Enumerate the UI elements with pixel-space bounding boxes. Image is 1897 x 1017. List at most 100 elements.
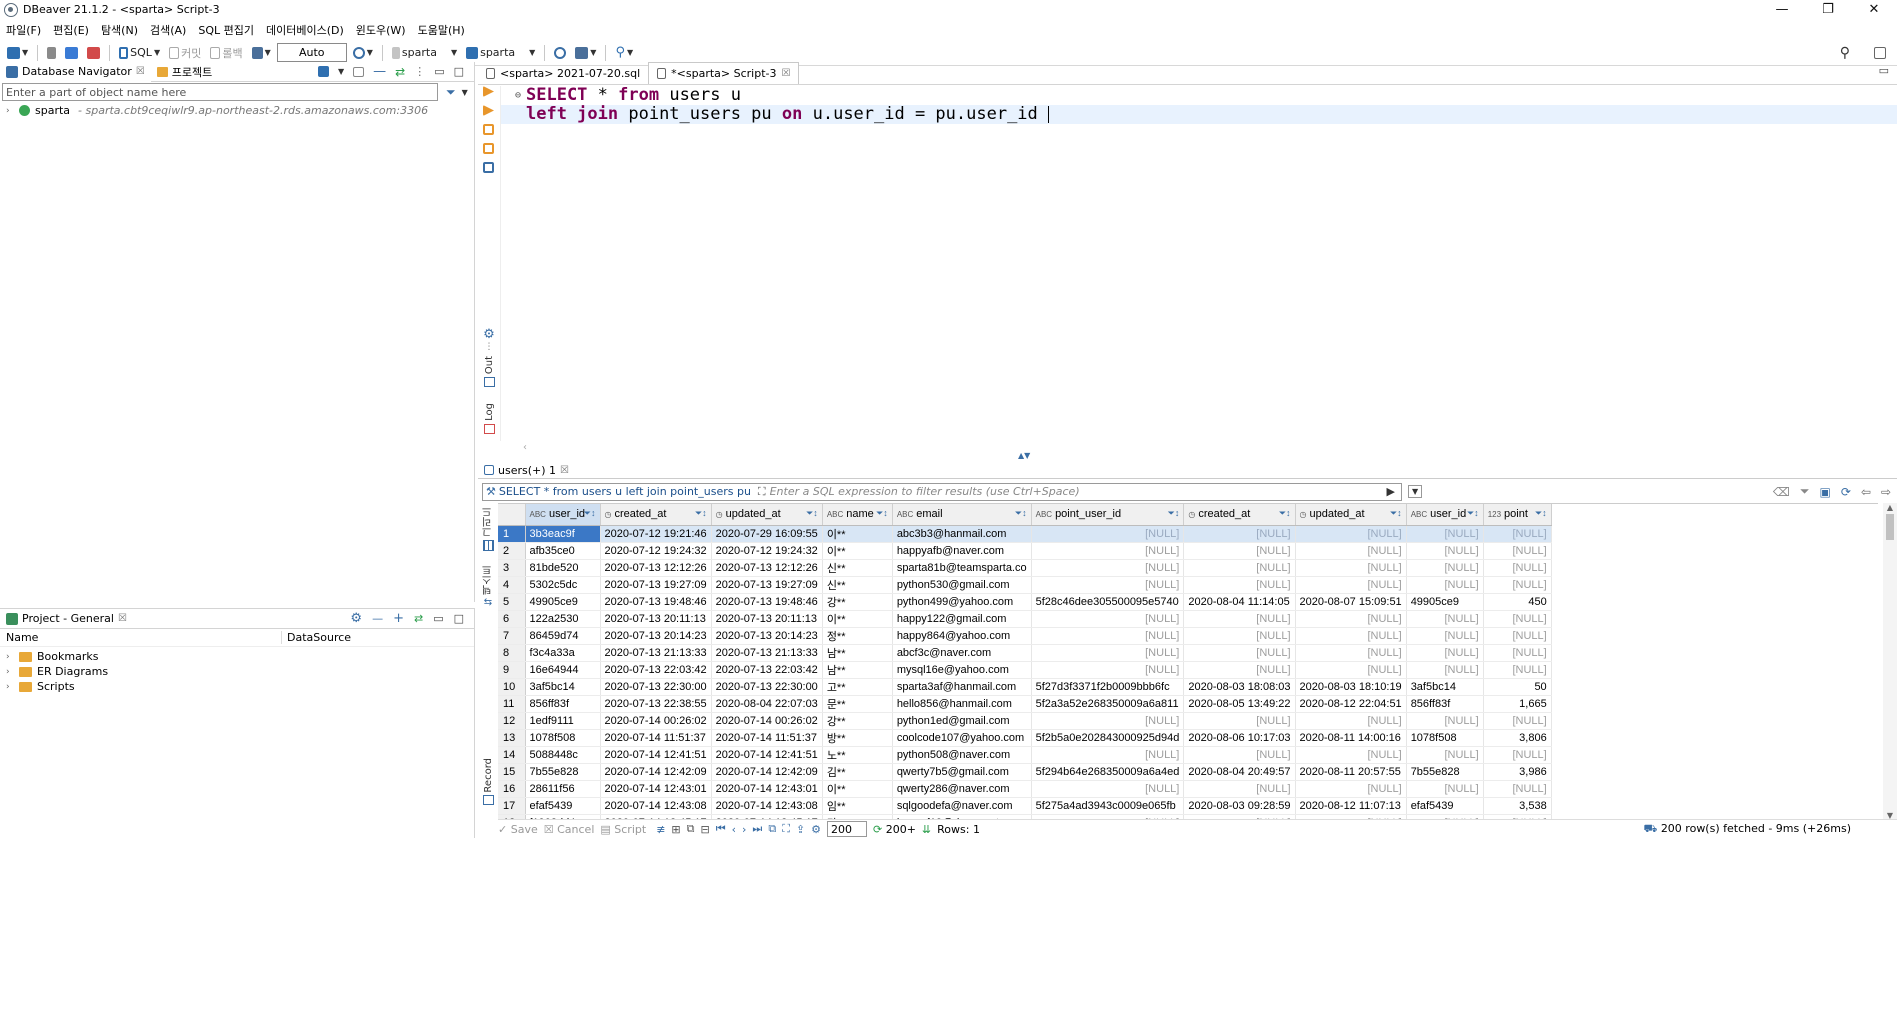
table-cell[interactable]: [NULL] <box>1183 644 1296 662</box>
table-cell[interactable]: [NULL] <box>1483 559 1552 577</box>
record-icon[interactable] <box>482 794 494 805</box>
table-cell[interactable]: 49905ce9 <box>525 593 601 611</box>
table-cell[interactable]: 5f2a3a52e268350009a6a811 <box>1031 695 1185 713</box>
table-cell[interactable]: [NULL] <box>1183 525 1296 543</box>
close-icon[interactable]: ☒ <box>118 613 127 624</box>
table-cell[interactable]: 이** <box>822 525 893 543</box>
table-row[interactable]: 14 5088448c 2020-07-14 12:41:51 2020-07-14 … <box>498 746 1552 764</box>
sql-editor[interactable]: ⊖ SELECT * from users u left join point_… <box>500 86 1897 441</box>
table-cell[interactable]: python530@gmail.com <box>892 576 1032 594</box>
table-cell[interactable]: [NULL] <box>1295 525 1407 543</box>
table-cell[interactable]: 86459d74 <box>525 627 601 645</box>
history-button[interactable]: ▼ <box>350 44 376 62</box>
table-cell[interactable]: 문** <box>822 695 893 713</box>
column-header-point-user-id[interactable]: ABC point_user_id ⏷↕ <box>1031 504 1185 526</box>
table-cell[interactable]: 3,538 <box>1483 797 1552 815</box>
table-cell[interactable]: 1edf9111 <box>525 712 601 730</box>
export-icon[interactable]: ⇪ <box>796 823 805 836</box>
table-cell[interactable]: 2020-07-14 00:26:02 <box>600 712 712 730</box>
table-cell[interactable]: [NULL] <box>1483 712 1552 730</box>
transaction-mode-button[interactable]: ▼ <box>249 44 274 62</box>
fit-icon[interactable]: ⛶ <box>782 822 790 836</box>
table-cell[interactable]: 정** <box>822 627 893 645</box>
table-cell[interactable]: [NULL] <box>1406 644 1484 662</box>
chevron-right-icon[interactable]: › <box>6 682 14 692</box>
table-cell[interactable]: [NULL] <box>1483 661 1552 679</box>
table-cell[interactable]: [NULL] <box>1183 780 1296 798</box>
table-cell[interactable]: 2020-07-14 12:41:51 <box>600 746 712 764</box>
table-cell[interactable]: 이** <box>822 610 893 628</box>
table-cell[interactable]: 2020-08-11 20:57:55 <box>1295 763 1407 781</box>
table-cell[interactable]: 2020-07-12 19:21:46 <box>600 525 712 543</box>
last-page-icon[interactable]: ⏭ <box>752 822 762 836</box>
table-row[interactable]: 5 49905ce9 2020-07-13 19:48:46 2020-07-13 1… <box>498 593 1552 611</box>
sort-filter-icon[interactable]: ⏷↕ <box>1467 508 1479 519</box>
cancel-button[interactable]: ☒ Cancel <box>544 823 595 836</box>
table-cell[interactable]: python499@yahoo.com <box>892 593 1032 611</box>
table-row[interactable]: 17 efaf5439 2020-07-14 12:43:08 2020-07-14 … <box>498 797 1552 815</box>
chevron-right-icon[interactable]: › <box>6 106 14 116</box>
delete-row-icon[interactable]: ⊟ <box>700 823 709 836</box>
refresh-icon[interactable]: ⟳ <box>1841 485 1851 499</box>
fetch-size-input[interactable]: 200 <box>826 821 867 837</box>
table-cell[interactable]: 2020-07-13 20:11:13 <box>711 610 823 628</box>
tab-script-2021-07-20[interactable]: <sparta> 2021-07-20.sql <box>478 62 648 84</box>
table-cell[interactable]: [NULL] <box>1406 780 1484 798</box>
sort-filter-icon[interactable]: ⏷↕ <box>1279 508 1291 519</box>
table-row[interactable]: 7 86459d74 2020-07-13 20:14:23 2020-07-13 2… <box>498 627 1552 645</box>
menu-sql-editor[interactable]: SQL 편집기 <box>192 22 260 38</box>
column-name-header[interactable]: Name <box>0 631 282 644</box>
sort-filter-icon[interactable]: ⏷↕ <box>806 508 818 519</box>
table-cell[interactable]: [NULL] <box>1295 661 1407 679</box>
table-cell[interactable]: 49905ce9 <box>1406 593 1484 611</box>
table-cell[interactable]: [NULL] <box>1406 576 1484 594</box>
table-cell[interactable]: 2020-07-13 22:03:42 <box>711 661 823 679</box>
table-cell[interactable]: [NULL] <box>1183 559 1296 577</box>
restore-button[interactable]: ❐ <box>1805 0 1851 19</box>
commit-button[interactable]: 커밋 <box>166 44 204 62</box>
table-cell[interactable]: [NULL] <box>1031 559 1185 577</box>
link-icon[interactable]: ⇄ <box>395 65 405 79</box>
column-header-updated-at[interactable]: ◷ updated_at ⏷↕ <box>1295 504 1407 526</box>
menu-help[interactable]: 도움말(H) <box>412 22 471 38</box>
table-cell[interactable]: [NULL] <box>1031 542 1185 560</box>
minimize-panel-icon[interactable]: ▭ <box>433 612 443 625</box>
prev-page-icon[interactable]: ‹ <box>732 823 736 836</box>
table-cell[interactable]: efaf5439 <box>1406 797 1484 815</box>
auto-commit-box[interactable]: Auto <box>276 43 347 62</box>
table-cell[interactable]: 2020-07-13 12:12:26 <box>711 559 823 577</box>
table-row[interactable]: 11 856ff83f 2020-07-13 22:38:55 2020-08-04 … <box>498 695 1552 713</box>
close-button[interactable]: ✕ <box>1851 0 1897 19</box>
table-cell[interactable]: [NULL] <box>1406 542 1484 560</box>
table-cell[interactable]: 450 <box>1483 593 1552 611</box>
table-cell[interactable]: 3b3eac9f <box>525 525 601 543</box>
table-cell[interactable]: 3af5bc14 <box>525 678 601 696</box>
editor-horizontal-scrollbar[interactable]: ‹ <box>523 442 1897 454</box>
add-row-icon[interactable]: ⊞ <box>671 823 680 836</box>
table-cell[interactable]: 2020-07-14 11:51:37 <box>711 729 823 747</box>
table-cell[interactable]: [NULL] <box>1483 780 1552 798</box>
rollback-button[interactable]: 롤백 <box>207 44 245 62</box>
column-header-point[interactable]: 123 point ⏷↕ <box>1483 504 1552 526</box>
table-cell[interactable]: [NULL] <box>1295 627 1407 645</box>
scroll-thumb[interactable] <box>1886 514 1894 540</box>
table-cell[interactable]: [NULL] <box>1483 627 1552 645</box>
table-cell[interactable]: f3c4a33a <box>525 644 601 662</box>
menu-edit[interactable]: 편집(E) <box>47 22 95 38</box>
table-cell[interactable]: [NULL] <box>1031 712 1185 730</box>
save-button[interactable]: ✓ Save <box>498 823 538 836</box>
table-row[interactable]: 16 28611f56 2020-07-14 12:43:01 2020-07-14 … <box>498 780 1552 798</box>
expand-icon[interactable]: ⛶ <box>758 485 766 499</box>
table-cell[interactable]: 2020-07-13 22:30:00 <box>711 678 823 696</box>
table-cell[interactable]: 3,986 <box>1483 763 1552 781</box>
table-cell[interactable]: 2020-08-07 15:09:51 <box>1295 593 1407 611</box>
tab-record[interactable]: Record <box>483 758 494 793</box>
table-cell[interactable]: [NULL] <box>1295 542 1407 560</box>
table-cell[interactable]: 856ff83f <box>1406 695 1484 713</box>
table-row[interactable]: 15 7b55e828 2020-07-14 12:42:09 2020-07-14 … <box>498 763 1552 781</box>
execute-script-icon[interactable] <box>483 105 494 116</box>
table-cell[interactable]: [NULL] <box>1183 542 1296 560</box>
table-cell[interactable]: 2020-07-14 12:42:09 <box>711 763 823 781</box>
table-cell[interactable]: 이** <box>822 542 893 560</box>
link-editor-icon[interactable] <box>353 66 365 77</box>
